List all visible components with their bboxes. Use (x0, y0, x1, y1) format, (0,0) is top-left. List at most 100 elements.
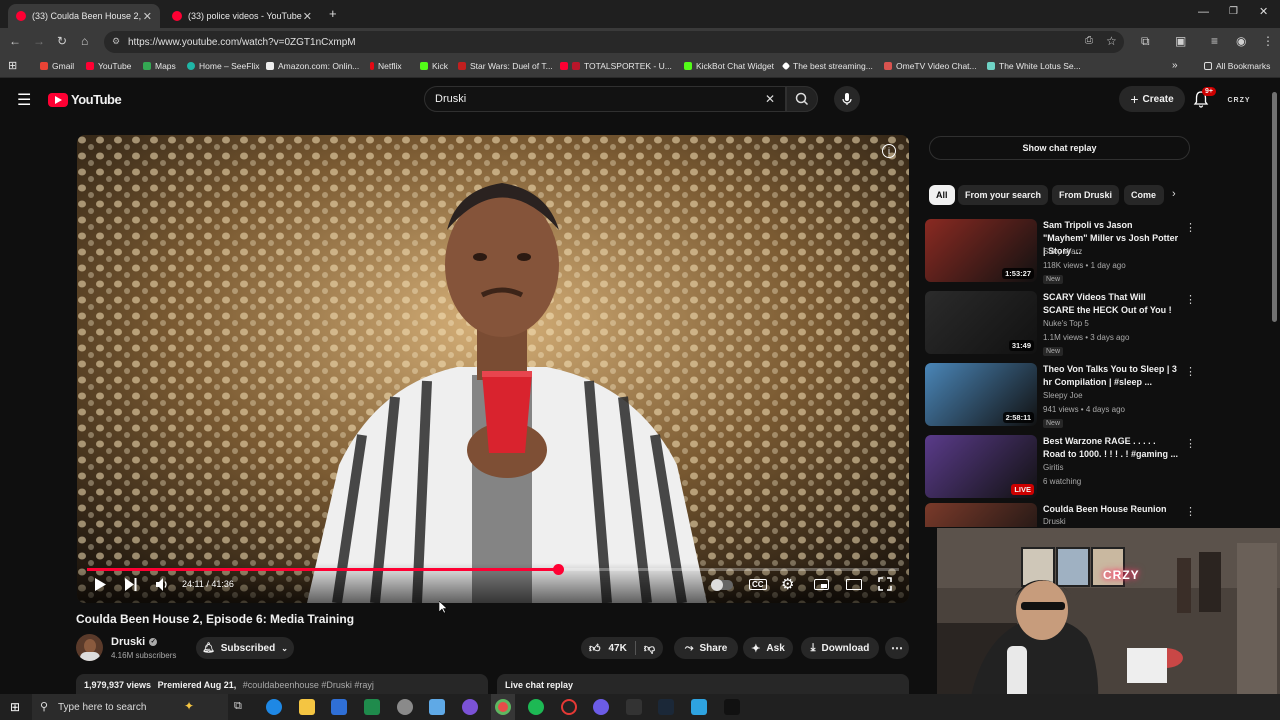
site-info-icon[interactable]: ⚙ (112, 36, 120, 47)
chip-from-your-search[interactable]: From your search (958, 185, 1049, 205)
like-count[interactable]: 47K (609, 643, 627, 654)
bookmark-ometv[interactable]: OmeTV Video Chat... (884, 61, 977, 71)
description-box[interactable]: 1,979,937 views Premiered Aug 21, #could… (76, 674, 488, 696)
recommendation-item[interactable]: Coulda Been House Reunion Druski ⋮ (925, 503, 1195, 527)
settings-gear-icon[interactable]: ⚙ (781, 575, 794, 593)
subscribed-button[interactable]: 🔔︎ Subscribed ⌄ (196, 637, 294, 659)
video-thumbnail[interactable]: LIVE (925, 435, 1037, 498)
recommendation-channel[interactable]: Nuke's Top 5 (1043, 319, 1089, 328)
close-tab-icon[interactable]: ✕ (303, 10, 312, 23)
media-icon[interactable]: ≡ (1211, 34, 1218, 48)
browser-tab[interactable]: (33) police videos - YouTube ✕ (164, 4, 320, 28)
bookmark-youtube[interactable]: YouTube (86, 61, 131, 71)
play-icon[interactable] (94, 578, 106, 594)
video-player[interactable]: i 24:11 / 41:36 CC ⚙ (77, 135, 909, 603)
miniplayer-icon[interactable] (814, 579, 829, 590)
bookmark-kickbot[interactable]: KickBot Chat Widget (684, 61, 774, 71)
recommendation-channel[interactable]: Sleepy Joe (1043, 391, 1083, 400)
bookmark-totalsportek[interactable]: TOTALSPORTEK - U... (560, 61, 672, 71)
recommendation-item[interactable]: 1:53:27 Sam Tripoli vs Jason "Mayhem" Mi… (925, 219, 1196, 287)
url-input[interactable]: ⚙ https://www.youtube.com/watch?v=0ZGT1n… (104, 31, 1124, 53)
theater-mode-icon[interactable] (846, 579, 862, 590)
restore-icon[interactable]: ❐ (1229, 6, 1238, 17)
recommendation-channel[interactable]: Giritis (1043, 463, 1063, 472)
close-tab-icon[interactable]: ✕ (143, 10, 152, 23)
reload-icon[interactable]: ↻ (57, 34, 67, 48)
recommendation-title[interactable]: Coulda Been House Reunion (1043, 503, 1179, 516)
voice-search-button[interactable] (834, 86, 860, 112)
bookmark-streaming[interactable]: The best streaming... (781, 61, 873, 71)
bookmark-seeflix[interactable]: Home – SeeFlix (187, 61, 259, 71)
steam-icon[interactable] (658, 699, 674, 715)
recommendation-item[interactable]: LIVE Best Warzone RAGE . . . . . Road to… (925, 435, 1196, 503)
forward-icon[interactable]: → (33, 34, 45, 48)
clear-search-icon[interactable]: ✕ (765, 92, 775, 106)
bookmark-whitelotus[interactable]: The White Lotus Se... (987, 61, 1081, 71)
hashtags[interactable]: #couldabeenhouse #Druski #rayj (243, 680, 374, 690)
fullscreen-icon[interactable] (878, 577, 892, 594)
spotify-icon[interactable] (528, 699, 544, 715)
more-options-icon[interactable]: ⋮ (1185, 221, 1196, 234)
share-button[interactable]: ⤳ Share (674, 637, 738, 659)
app-icon[interactable] (724, 699, 740, 715)
video-thumbnail[interactable] (925, 503, 1037, 527)
extensions-icon[interactable]: ⧉ (1141, 34, 1150, 49)
store-icon[interactable] (331, 699, 347, 715)
channel-name[interactable]: Druski ✓ (111, 636, 158, 648)
minimize-icon[interactable]: — (1198, 6, 1209, 18)
browser-tab-active[interactable]: (33) Coulda Been House 2, Epis ✕ (8, 4, 160, 28)
recommendation-channel[interactable]: Druski (1043, 517, 1066, 526)
volume-icon[interactable] (156, 578, 170, 594)
progress-bar[interactable] (87, 564, 899, 575)
more-options-icon[interactable]: ⋮ (1185, 437, 1196, 450)
subtitles-icon[interactable]: CC (749, 579, 767, 590)
app-icon[interactable] (429, 699, 445, 715)
sidepanel-icon[interactable]: ▣ (1175, 34, 1186, 48)
autoplay-toggle[interactable] (711, 579, 733, 591)
app-icon[interactable] (462, 699, 478, 715)
search-button[interactable] (786, 86, 818, 112)
close-window-icon[interactable]: ✕ (1259, 5, 1268, 18)
bookmark-star-icon[interactable]: ☆ (1106, 34, 1117, 48)
chrome-menu-icon[interactable]: ⋮ (1262, 34, 1274, 48)
next-video-icon[interactable] (125, 578, 137, 594)
bookmark-gmail[interactable]: Gmail (40, 61, 74, 71)
app-icon[interactable] (397, 699, 413, 715)
all-bookmarks[interactable]: All Bookmarks (1204, 61, 1270, 71)
more-actions-icon[interactable]: ⋯ (885, 637, 909, 659)
recommendation-item[interactable]: 31:49 SCARY Videos That Will SCARE the H… (925, 291, 1196, 359)
video-thumbnail[interactable]: 31:49 (925, 291, 1037, 354)
scrubber-handle[interactable] (552, 564, 564, 575)
file-explorer-icon[interactable] (299, 699, 315, 715)
more-options-icon[interactable]: ⋮ (1185, 505, 1195, 518)
app-icon[interactable] (691, 699, 707, 715)
chip-all[interactable]: All (929, 185, 955, 205)
like-icon[interactable]: 👍︎ (589, 642, 601, 655)
bookmark-starwars[interactable]: Star Wars: Duel of T... (458, 61, 553, 71)
more-options-icon[interactable]: ⋮ (1185, 293, 1196, 306)
calculator-icon[interactable] (364, 699, 380, 715)
bookmark-kick[interactable]: Kick (420, 61, 448, 71)
app-icon[interactable] (626, 699, 642, 715)
video-thumbnail[interactable]: 2:58:11 (925, 363, 1037, 426)
profile-icon[interactable]: ◉ (1236, 34, 1246, 48)
ask-button[interactable]: ✦ Ask (743, 637, 793, 659)
back-icon[interactable]: ← (9, 34, 21, 48)
channel-avatar[interactable] (76, 634, 103, 661)
page-scrollbar-thumb[interactable] (1272, 92, 1277, 322)
bookmark-amazon[interactable]: Amazon.com: Onlin... (266, 61, 359, 71)
more-bookmarks-icon[interactable]: » (1172, 60, 1178, 71)
avatar[interactable]: CRZY (1226, 91, 1252, 109)
taskbar-search-input[interactable]: ⚲ Type here to search ✦ (32, 694, 228, 720)
download-button[interactable]: ⤓ Download (801, 637, 879, 659)
bookmark-netflix[interactable]: Netflix (370, 61, 402, 71)
recommendation-channel[interactable]: Story Warz (1043, 247, 1082, 256)
show-chat-replay-button[interactable]: Show chat replay (929, 136, 1190, 160)
menu-icon[interactable]: ☰ (17, 90, 31, 110)
bookmark-maps[interactable]: Maps (143, 61, 176, 71)
chip-comedy[interactable]: Come (1124, 185, 1164, 205)
chips-next-chevron-icon[interactable]: › (1172, 188, 1176, 200)
notifications-button[interactable]: 9+ (1193, 87, 1216, 113)
search-input[interactable]: Druski ✕ (424, 86, 786, 112)
new-tab-icon[interactable]: + (329, 6, 337, 21)
